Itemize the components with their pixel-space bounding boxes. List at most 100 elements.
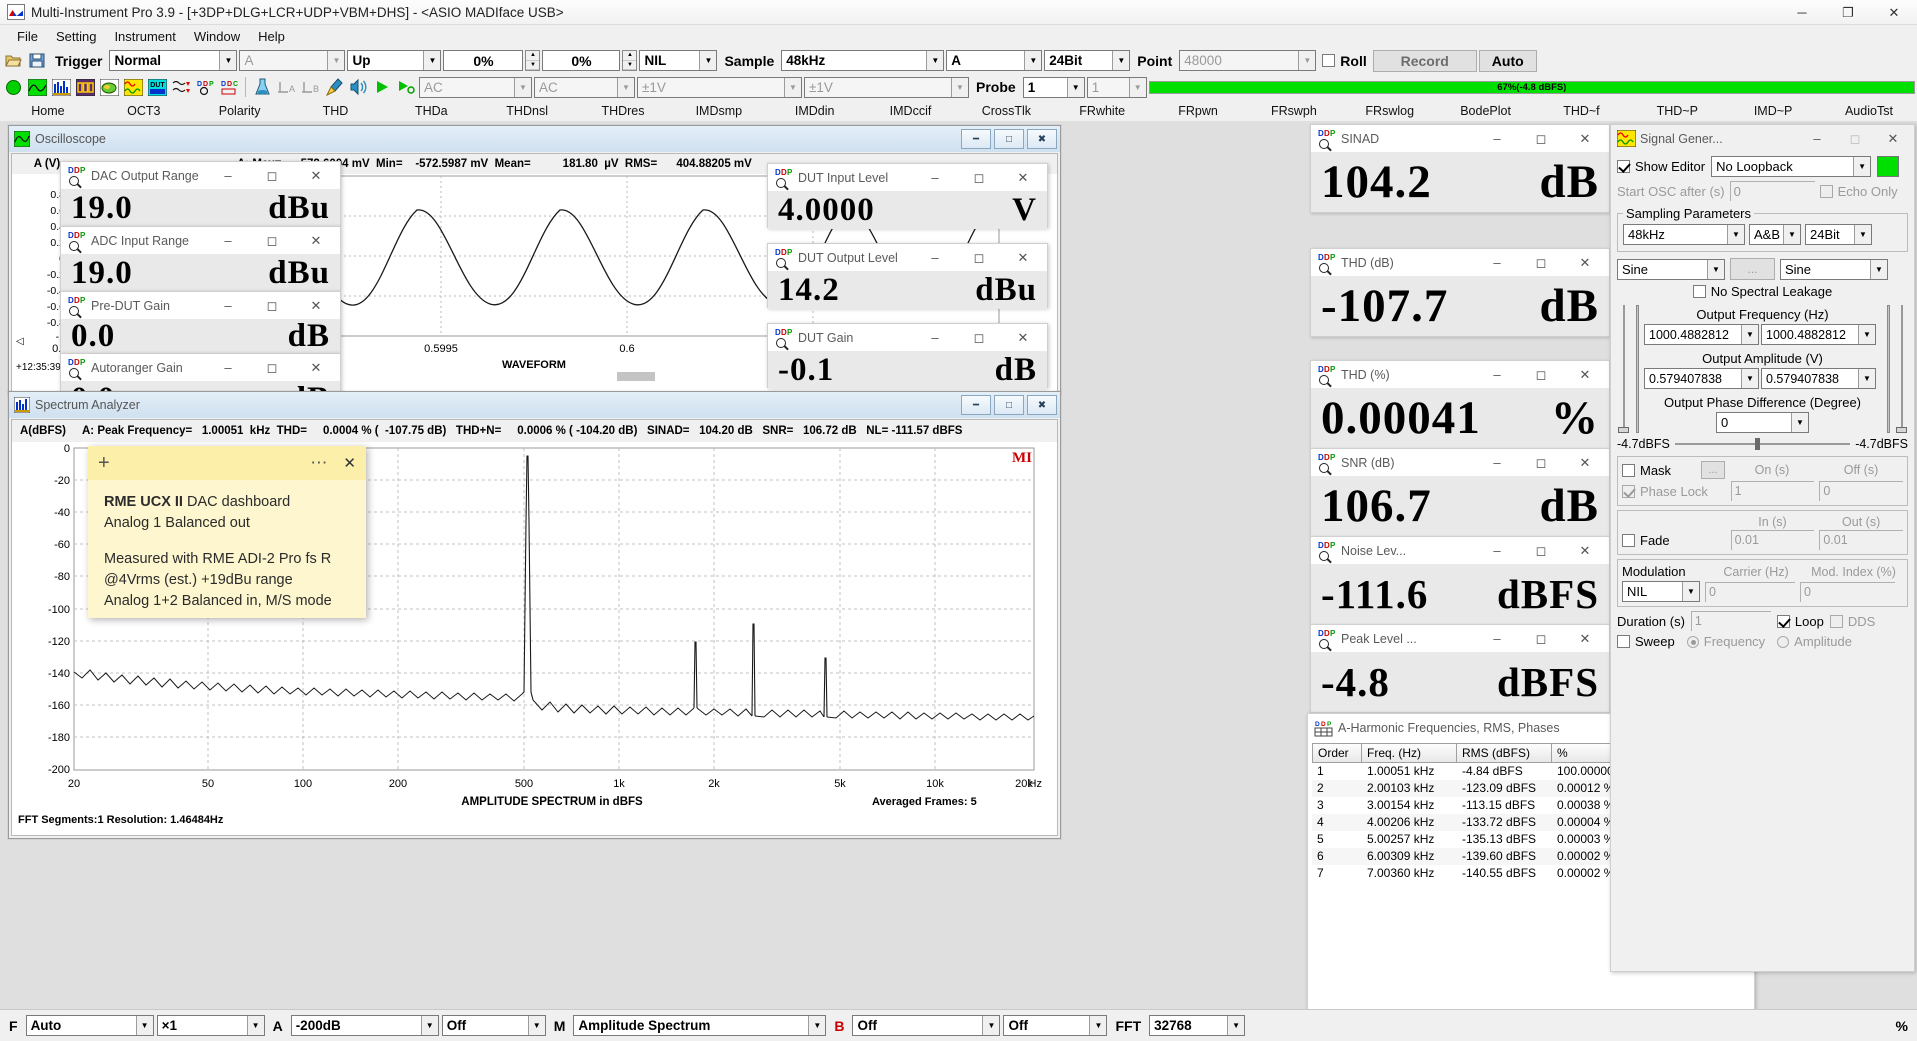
bit-depth-select[interactable]: 24Bit ▼ (1044, 50, 1131, 71)
dut-gain-close[interactable]: ✕ (1001, 324, 1045, 351)
harmonics-col-freq[interactable]: Freq. (Hz) (1362, 743, 1457, 763)
dac-output-range-minimize[interactable]: – (206, 162, 250, 189)
tab-frswph[interactable]: FRswph (1246, 100, 1342, 122)
snr-minimize[interactable]: – (1475, 449, 1519, 476)
tab-bodeplot[interactable]: BodePlot (1438, 100, 1534, 122)
tab-audiotst[interactable]: AudioTst (1821, 100, 1917, 122)
dut-gain-minimize[interactable]: – (913, 324, 957, 351)
spectrum-analyzer-icon[interactable] (50, 76, 72, 98)
speaker-icon[interactable] (347, 76, 369, 98)
dut-input-level-titlebar[interactable]: DDP DUT Input Level – ◻ ✕ (768, 164, 1047, 191)
a-range-select[interactable]: -200dB ▼ (290, 1015, 439, 1036)
sweep-icon[interactable] (170, 76, 192, 98)
tab-imdsmp[interactable]: IMDsmp (671, 100, 767, 122)
noise-level-maximize[interactable]: ◻ (1519, 537, 1563, 564)
signal-generator-icon[interactable] (122, 76, 144, 98)
open-icon[interactable] (2, 50, 24, 72)
master-level-slider[interactable] (1674, 437, 1851, 451)
dut-input-level-minimize[interactable]: – (913, 164, 957, 191)
tab-thd-f[interactable]: THD~f (1534, 100, 1630, 122)
oscilloscope-close[interactable]: ✖ (1027, 129, 1057, 149)
dac-output-range-close[interactable]: ✕ (294, 162, 338, 189)
off-select-1[interactable]: Off ▼ (441, 1015, 546, 1036)
sticky-note-body[interactable]: RME UCX II DAC dashboard Analog 1 Balanc… (88, 480, 366, 624)
autoranger-gain-maximize[interactable]: ◻ (250, 354, 294, 381)
dut-output-level-maximize[interactable]: ◻ (957, 244, 1001, 271)
phase-input[interactable]: 0 ▼ (1716, 412, 1809, 433)
generator-bits-select[interactable]: 24Bit ▼ (1805, 224, 1872, 245)
multimeter-icon[interactable] (74, 76, 96, 98)
harmonics-col-rms[interactable]: RMS (dBFS) (1457, 743, 1552, 763)
maximize-button[interactable]: ❐ (1825, 0, 1871, 25)
menu-file[interactable]: File (8, 27, 47, 46)
harmonics-col-order[interactable]: Order (1312, 743, 1362, 763)
pre-dut-gain-maximize[interactable]: ◻ (250, 292, 294, 319)
record-button[interactable]: Record (1372, 49, 1477, 72)
slider-b-track[interactable] (1895, 305, 1908, 433)
autoranger-gain-close[interactable]: ✕ (294, 354, 338, 381)
adc-input-range-minimize[interactable]: – (206, 227, 250, 254)
tab-thdnsl[interactable]: THDnsl (479, 100, 575, 122)
adc-input-range-maximize[interactable]: ◻ (250, 227, 294, 254)
play-icon[interactable] (371, 76, 393, 98)
pre-dut-gain-close[interactable]: ✕ (294, 292, 338, 319)
sweep-checkbox[interactable]: Sweep (1617, 634, 1675, 649)
menu-instrument[interactable]: Instrument (105, 27, 184, 46)
tab-thd[interactable]: THD (288, 100, 384, 122)
coupling-b-select[interactable]: AC ▼ (534, 76, 635, 98)
tab-imd-p[interactable]: IMD~P (1725, 100, 1821, 122)
signal-generator-minimize[interactable]: – (1798, 125, 1836, 152)
autoranger-gain-titlebar[interactable]: DDP Autoranger Gain – ◻ ✕ (61, 354, 340, 381)
no-spectral-leakage-checkbox[interactable]: No Spectral Leakage (1689, 284, 1836, 299)
thd-pct-maximize[interactable]: ◻ (1519, 361, 1563, 388)
sample-rate-select[interactable]: 48kHz ▼ (781, 50, 945, 71)
save-icon[interactable] (26, 50, 48, 72)
ddp-viewer-icon[interactable]: DDP (194, 76, 216, 98)
oscilloscope-titlebar[interactable]: Oscilloscope ━ □ ✖ (9, 126, 1060, 152)
range-b-select[interactable]: ±1V ▼ (804, 76, 969, 98)
range-a-select[interactable]: ±1V ▼ (637, 76, 802, 98)
fft-size-select[interactable]: 32768 ▼ (1149, 1015, 1246, 1036)
menu-help[interactable]: Help (249, 27, 294, 46)
tab-frwhite[interactable]: FRwhite (1054, 100, 1150, 122)
ddc-viewer-icon[interactable]: DDC (218, 76, 240, 98)
amplitude-a-input[interactable]: 0.579407838 ▼ (1644, 368, 1759, 389)
tab-polarity[interactable]: Polarity (192, 100, 288, 122)
mask-checkbox[interactable]: Mask (1622, 463, 1696, 478)
frequency-a-input[interactable]: 1000.4882812 ▼ (1644, 324, 1759, 345)
spectrum-close[interactable]: ✖ (1027, 395, 1057, 415)
snr-maximize[interactable]: ◻ (1519, 449, 1563, 476)
slider-b2-track[interactable] (1884, 305, 1892, 433)
3d-plot-icon[interactable] (98, 76, 120, 98)
snr-close[interactable]: ✕ (1563, 449, 1607, 476)
dut-output-level-close[interactable]: ✕ (1001, 244, 1045, 271)
thd-db-close[interactable]: ✕ (1563, 249, 1607, 276)
generator-rate-select[interactable]: 48kHz ▼ (1623, 224, 1745, 245)
spectrum-minimize[interactable]: ━ (961, 395, 991, 415)
frequency-b-input[interactable]: 1000.4882812 ▼ (1761, 324, 1876, 345)
calibration-icon[interactable] (251, 76, 273, 98)
sinad-close[interactable]: ✕ (1563, 125, 1607, 152)
loopback-select[interactable]: No Loopback ▼ (1711, 156, 1872, 177)
sinad-maximize[interactable]: ◻ (1519, 125, 1563, 152)
trigger-mode-select[interactable]: Normal ▼ (109, 50, 238, 71)
tab-crosstlk[interactable]: CrossTlk (958, 100, 1054, 122)
record-dot-icon[interactable] (2, 76, 24, 98)
fade-checkbox[interactable]: Fade (1622, 533, 1726, 548)
modulation-type-select[interactable]: NIL ▼ (1622, 581, 1700, 602)
generator-channels-select[interactable]: A&B ▼ (1749, 224, 1801, 245)
spectrum-titlebar[interactable]: Spectrum Analyzer ━ □ ✖ (9, 392, 1060, 418)
noise-level-minimize[interactable]: – (1475, 537, 1519, 564)
dut-input-level-close[interactable]: ✕ (1001, 164, 1045, 191)
amplitude-b-input[interactable]: 0.579407838 ▼ (1761, 368, 1876, 389)
signal-generator-close[interactable]: ✕ (1874, 125, 1912, 152)
peak-level-titlebar[interactable]: DDP Peak Level ... – ◻ ✕ (1311, 625, 1609, 652)
signal-generator-titlebar[interactable]: Signal Gener... – ◻ ✕ (1611, 125, 1914, 152)
trigger-delay-stepper[interactable]: ▲ ▼ (622, 50, 638, 71)
dut-output-level-titlebar[interactable]: DDP DUT Output Level – ◻ ✕ (768, 244, 1047, 271)
pre-dut-gain-titlebar[interactable]: DDP Pre-DUT Gain – ◻ ✕ (61, 292, 340, 319)
trigger-channel-select[interactable]: A ▼ (239, 50, 346, 71)
input-channel-select[interactable]: A ▼ (946, 50, 1043, 71)
show-editor-checkbox[interactable]: Show Editor (1617, 159, 1705, 174)
f-select[interactable]: Auto ▼ (25, 1015, 154, 1036)
